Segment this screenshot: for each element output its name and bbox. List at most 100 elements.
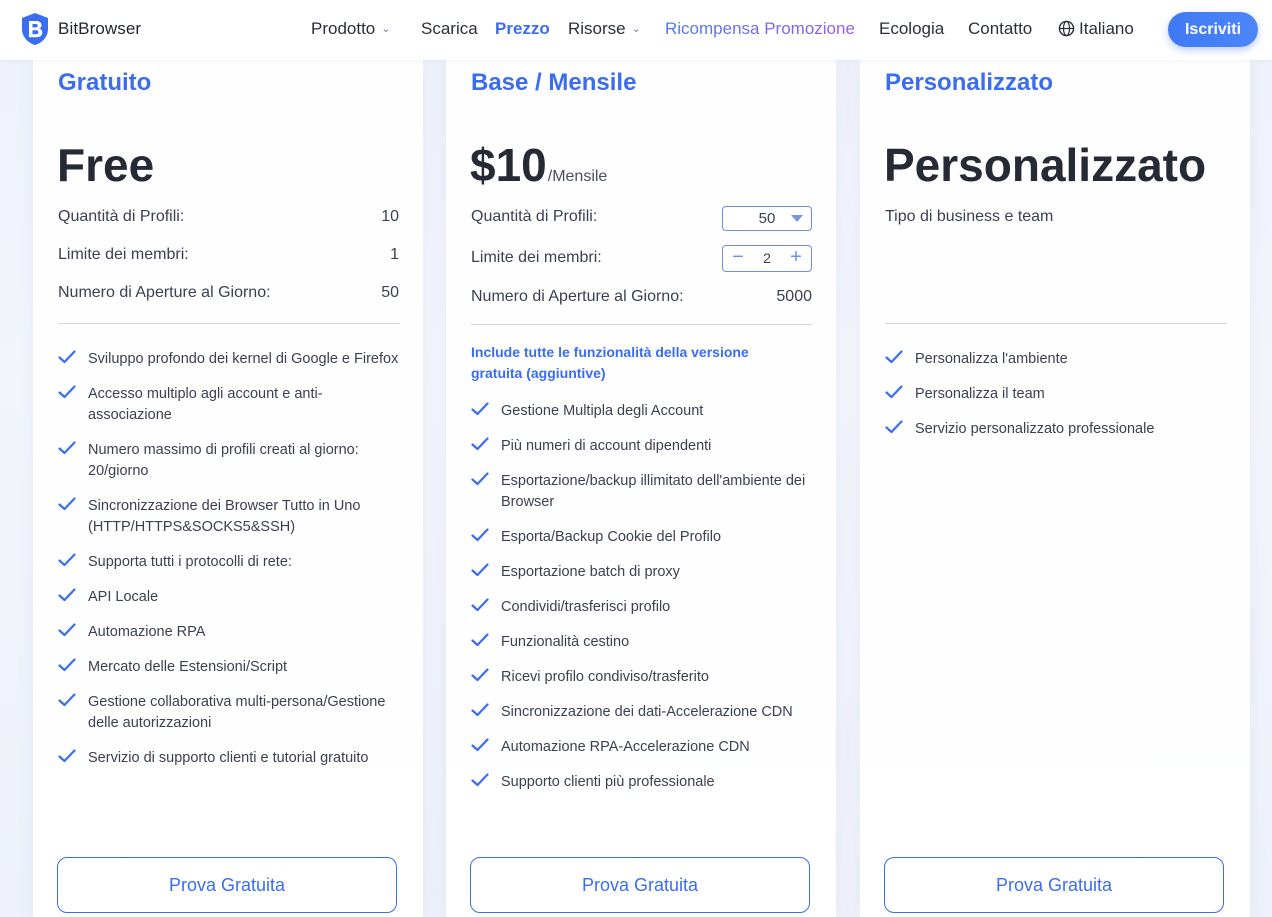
feature-item: Esportazione batch di proxy [471, 562, 816, 583]
nav-label: Ricompensa Promozione [665, 19, 855, 38]
includes-free-note: Include tutte le funzionalità della vers… [471, 344, 749, 381]
nav-item-prodotto[interactable]: Prodotto ⌄ [311, 19, 390, 39]
row-label: Numero di Aperture al Giorno: [471, 288, 684, 305]
bitbrowser-logo-icon [22, 13, 48, 45]
price-period: /Mensile [547, 168, 608, 185]
nav-item-risorse[interactable]: Risorse ⌄ [568, 19, 641, 39]
select-value: 50 [758, 210, 776, 227]
feature-item: Numero massimo di profili creati al gior… [58, 440, 403, 482]
feature-item: Mercato delle Estensioni/Script [58, 657, 403, 678]
feature-text: Esportazione batch di proxy [501, 564, 680, 580]
feature-text: Personalizza il team [915, 386, 1045, 402]
row-label: Quantità di Profili: [471, 208, 598, 225]
nav-label: Scarica [421, 19, 478, 38]
feature-item: Servizio personalizzato professionale [885, 419, 1230, 440]
feature-list: Personalizza l'ambiente Personalizza il t… [885, 349, 1230, 454]
checkmark-icon [58, 350, 76, 364]
divider [885, 323, 1227, 324]
feature-text: Sviluppo profondo dei kernel di Google e… [88, 351, 399, 367]
plan-card-base: Base / Mensile $10/Mensile Quantità di P… [446, 60, 836, 917]
nav-item-ecologia[interactable]: Ecologia [879, 19, 944, 39]
chevron-down-icon: ⌄ [381, 23, 391, 36]
plan-row-profiles: Quantità di Profili: 10 [58, 208, 399, 226]
feature-item: Supporta tutti i protocolli di rete: [58, 552, 403, 573]
nav-item-ricompensa-promozione[interactable]: Ricompensa Promozione [665, 19, 855, 39]
feature-text: Funzionalità cestino [501, 634, 630, 650]
feature-text: Gestione Multipla degli Account [501, 403, 704, 419]
plan-row-members: Limite dei membri: 1 [58, 246, 399, 264]
checkmark-icon [58, 385, 76, 399]
checkmark-icon [471, 773, 489, 787]
feature-text: Mercato delle Estensioni/Script [88, 659, 288, 675]
checkmark-icon [471, 598, 489, 612]
checkmark-icon [471, 437, 489, 451]
checkmark-icon [471, 402, 489, 416]
divider [471, 324, 813, 325]
feature-item: Sviluppo profondo dei kernel di Google e… [58, 349, 403, 370]
checkmark-icon [58, 749, 76, 763]
plan-title: Base / Mensile [471, 69, 637, 96]
plan-subtitle: Tipo di business e team [885, 208, 1054, 225]
feature-text: Personalizza l'ambiente [915, 351, 1068, 367]
try-free-button[interactable]: Prova Gratuita [57, 857, 397, 913]
nav-label: Risorse [568, 19, 626, 38]
feature-item: Esportazione/backup illimitato dell'ambi… [471, 471, 816, 513]
feature-item: Accesso multiplo agli account e anti-ass… [58, 384, 403, 426]
feature-item: Personalizza l'ambiente [885, 349, 1230, 370]
checkmark-icon [58, 441, 76, 455]
members-stepper[interactable]: − 2 + [722, 245, 812, 272]
checkmark-icon [885, 385, 903, 399]
nav-label: Prodotto [311, 19, 376, 38]
checkmark-icon [471, 633, 489, 647]
row-value: 1 [390, 246, 399, 263]
language-selector[interactable]: Italiano [1058, 19, 1134, 39]
plan-card-custom: Personalizzato Personalizzato Tipo di bu… [860, 60, 1250, 917]
feature-item: Personalizza il team [885, 384, 1230, 405]
nav-item-scarica[interactable]: Scarica [421, 19, 478, 39]
plus-icon[interactable]: + [783, 246, 809, 271]
feature-text: Automazione RPA-Accelerazione CDN [501, 739, 750, 755]
feature-text: Servizio personalizzato professionale [915, 421, 1155, 437]
plan-row-daily-opens: Numero di Aperture al Giorno: 5000 [471, 288, 812, 306]
feature-text: Sincronizzazione dei Browser Tutto in Un… [88, 498, 361, 535]
feature-text: Automazione RPA [88, 624, 206, 640]
nav-label: Contatto [968, 19, 1033, 38]
feature-item: Ricevi profilo condiviso/trasferito [471, 667, 816, 688]
checkmark-icon [885, 420, 903, 434]
plan-title: Gratuito [58, 69, 152, 96]
feature-text: Supporto clienti più professionale [501, 774, 715, 790]
feature-text: Più numeri di account dipendenti [501, 438, 712, 454]
price-amount: $10 [470, 139, 547, 191]
chevron-down-icon: ⌄ [631, 23, 641, 36]
dropdown-arrow-icon [791, 215, 803, 222]
brand-logo[interactable]: BitBrowser [20, 12, 141, 46]
divider [58, 323, 400, 324]
feature-text: Gestione collaborativa multi-persona/Ges… [88, 694, 386, 731]
checkmark-icon [471, 472, 489, 486]
top-nav-bar: BitBrowser Prodotto ⌄ Scarica Prezzo Riso… [0, 0, 1272, 60]
row-label: Quantità di Profili: [58, 208, 185, 225]
nav-item-contatto[interactable]: Contatto [968, 19, 1032, 39]
signup-button[interactable]: Iscriviti [1168, 12, 1258, 47]
profiles-quantity-select[interactable]: 50 [722, 206, 812, 231]
nav-label: Ecologia [879, 19, 945, 38]
checkmark-icon [471, 738, 489, 752]
feature-item: Condividi/trasferisci profilo [471, 597, 816, 618]
feature-text: Accesso multiplo agli account e anti-ass… [88, 386, 323, 423]
try-free-button[interactable]: Prova Gratuita [470, 857, 810, 913]
checkmark-icon [58, 497, 76, 511]
plan-price: $10/Mensile [470, 138, 607, 192]
feature-text: Sincronizzazione dei dati-Accelerazione … [501, 704, 793, 720]
feature-item: Sincronizzazione dei dati-Accelerazione … [471, 702, 816, 723]
feature-text: Condividi/trasferisci profilo [501, 599, 671, 615]
row-label: Limite dei membri: [58, 246, 189, 263]
checkmark-icon [471, 703, 489, 717]
feature-text: Ricevi profilo condiviso/trasferito [501, 669, 709, 685]
feature-item: Gestione Multipla degli Account [471, 401, 816, 422]
feature-text: API Locale [88, 589, 159, 605]
checkmark-icon [58, 658, 76, 672]
feature-list: Sviluppo profondo dei kernel di Google e… [58, 349, 403, 783]
globe-icon [1058, 20, 1075, 37]
nav-item-prezzo[interactable]: Prezzo [495, 19, 550, 39]
try-free-button[interactable]: Prova Gratuita [884, 857, 1224, 913]
